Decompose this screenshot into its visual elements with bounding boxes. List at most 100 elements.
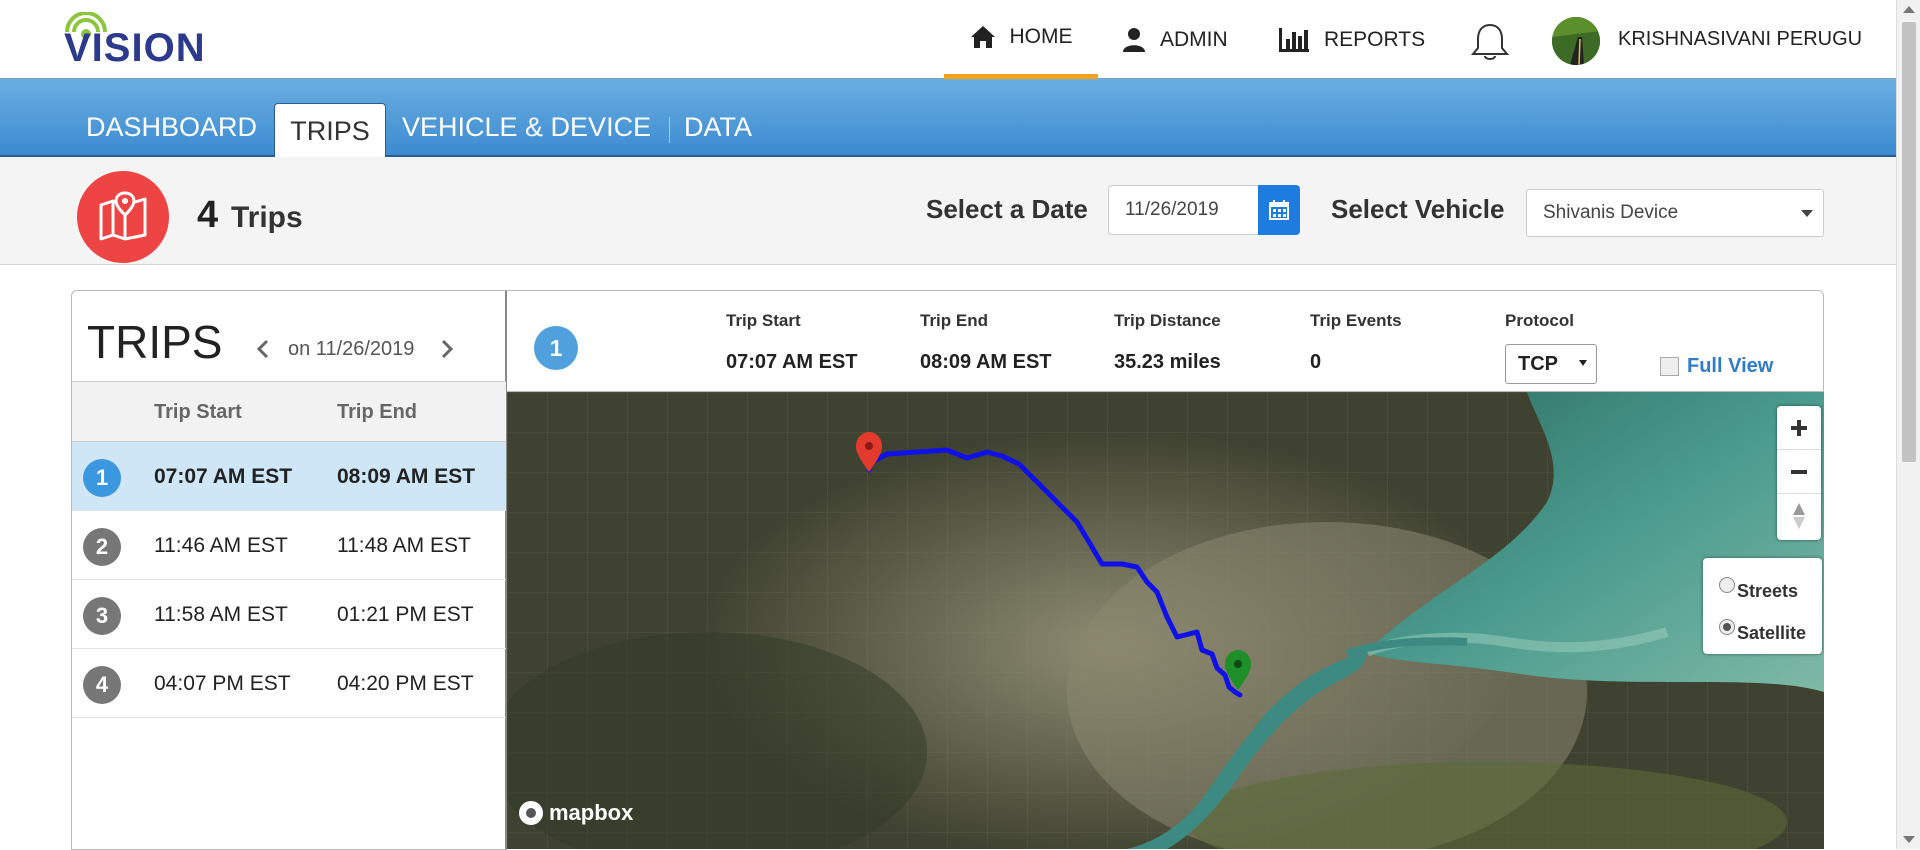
trip-events-value: 0 xyxy=(1310,351,1322,373)
nav-admin[interactable]: ADMIN xyxy=(1122,0,1228,79)
chevron-down-icon xyxy=(1579,360,1587,366)
home-icon xyxy=(970,26,995,48)
nav-home-label: HOME xyxy=(1009,25,1073,48)
trips-summary-icon xyxy=(77,171,169,263)
table-row[interactable]: 2 11:46 AM EST 11:48 AM EST xyxy=(72,511,506,580)
trip-detail-panel: 1 Trip Start 07:07 AM EST Trip End 08:09… xyxy=(507,290,1824,392)
scroll-down-icon[interactable] xyxy=(1903,836,1915,843)
zoom-out-button[interactable] xyxy=(1777,450,1821,494)
trip-count: 4 xyxy=(197,194,219,236)
vision-logo[interactable]: VISION xyxy=(64,12,244,70)
calendar-icon xyxy=(1269,200,1289,220)
nav-reports-label: REPORTS xyxy=(1324,27,1426,51)
trip-distance-label: Trip Distance xyxy=(1114,311,1221,330)
trips-table-header: Trip Start Trip End xyxy=(72,381,506,442)
avatar[interactable] xyxy=(1552,17,1600,65)
satellite-label: Satellite xyxy=(1737,622,1807,643)
full-view-label: Full View xyxy=(1687,355,1774,377)
trip-end-cell: 04:20 PM EST xyxy=(337,672,474,695)
satellite-map-image xyxy=(507,392,1824,849)
protocol-label: Protocol xyxy=(1505,311,1574,330)
tab-vehicle-device[interactable]: VEHICLE & DEVICE xyxy=(402,79,651,157)
nav-admin-label: ADMIN xyxy=(1160,27,1228,51)
chevron-down-icon xyxy=(1801,210,1813,217)
mapbox-attribution[interactable]: mapbox xyxy=(519,800,633,826)
scroll-up-icon[interactable] xyxy=(1903,6,1915,13)
column-header-trip-start[interactable]: Trip Start xyxy=(154,401,242,424)
tab-dashboard[interactable]: DASHBOARD xyxy=(86,79,257,157)
expand-icon xyxy=(1660,357,1679,376)
top-header: VISION HOME ADMIN REPORTS KRISHNASIVANI … xyxy=(0,0,1896,79)
plus-icon xyxy=(1791,419,1807,436)
map-view[interactable]: Streets Satellite mapbox xyxy=(507,392,1824,849)
user-icon xyxy=(1123,27,1145,52)
username[interactable]: KRISHNASIVANI PERUGU xyxy=(1618,28,1862,51)
trips-title: TRIPS xyxy=(87,316,223,368)
streets-radio[interactable] xyxy=(1719,577,1735,593)
trip-end-cell: 01:21 PM EST xyxy=(337,603,474,626)
tab-separator xyxy=(669,117,670,143)
select-date-label: Select a Date xyxy=(926,194,1088,224)
selected-trip-badge: 1 xyxy=(534,326,578,370)
trip-start-cell: 11:58 AM EST xyxy=(154,603,288,626)
trip-start-cell: 07:07 AM EST xyxy=(154,465,293,488)
trip-count-label: Trips xyxy=(231,201,303,234)
mapbox-label: mapbox xyxy=(549,800,634,825)
nav-home[interactable]: HOME xyxy=(944,0,1098,79)
tab-trips[interactable]: TRIPS xyxy=(274,103,386,159)
trip-number-badge: 3 xyxy=(83,597,121,635)
select-vehicle-label: Select Vehicle xyxy=(1331,194,1505,224)
compass-icon xyxy=(1793,503,1805,529)
nav-reports[interactable]: REPORTS xyxy=(1278,0,1425,79)
compass-button[interactable] xyxy=(1777,494,1821,538)
trip-end-value: 08:09 AM EST xyxy=(920,351,1052,373)
streets-label: Streets xyxy=(1737,580,1799,601)
trips-list-panel: TRIPS on 11/26/2019 Trip Start Trip End … xyxy=(71,290,507,850)
scroll-thumb[interactable] xyxy=(1902,22,1916,462)
trip-number-badge: 1 xyxy=(83,459,121,497)
trip-distance-value: 35.23 miles xyxy=(1114,351,1221,373)
bell-icon xyxy=(1470,23,1510,60)
trip-number-badge: 4 xyxy=(83,666,121,704)
trips-date: on 11/26/2019 xyxy=(288,338,415,360)
tab-data[interactable]: DATA xyxy=(684,79,752,157)
summary-bar: 4 Trips Select a Date 11/26/2019 Select … xyxy=(0,157,1896,265)
trip-start-value: 07:07 AM EST xyxy=(726,351,858,373)
notifications-button[interactable] xyxy=(1468,22,1512,67)
table-row[interactable]: 3 11:58 AM EST 01:21 PM EST xyxy=(72,580,506,649)
trip-events-label: Trip Events xyxy=(1310,311,1402,330)
zoom-in-button[interactable] xyxy=(1777,406,1821,450)
date-input[interactable]: 11/26/2019 xyxy=(1108,185,1258,235)
table-row[interactable]: 1 07:07 AM EST 08:09 AM EST xyxy=(72,442,506,511)
tab-bar: DASHBOARD TRIPS VEHICLE & DEVICE DATA xyxy=(0,79,1896,159)
map-icon xyxy=(99,191,147,241)
vehicle-select-value: Shivanis Device xyxy=(1543,202,1679,223)
avatar-image xyxy=(1552,17,1600,65)
table-row[interactable]: 4 04:07 PM EST 04:20 PM EST xyxy=(72,649,506,718)
mapbox-logo-icon xyxy=(519,801,543,825)
satellite-radio[interactable] xyxy=(1719,619,1735,635)
trip-end-label: Trip End xyxy=(920,311,988,330)
minus-icon xyxy=(1791,469,1807,474)
bar-chart-icon xyxy=(1279,27,1309,52)
trip-start-cell: 04:07 PM EST xyxy=(154,672,291,695)
trip-start-cell: 11:46 AM EST xyxy=(154,534,288,557)
column-header-trip-end[interactable]: Trip End xyxy=(337,401,417,424)
logo-text: VISION xyxy=(64,26,206,70)
trip-number-badge: 2 xyxy=(83,528,121,566)
chevron-right-icon[interactable] xyxy=(440,339,454,359)
layer-option-satellite[interactable]: Satellite xyxy=(1719,612,1822,654)
trip-start-label: Trip Start xyxy=(726,311,801,330)
chevron-left-icon[interactable] xyxy=(256,339,270,359)
protocol-select-value: TCP xyxy=(1518,353,1558,375)
map-layer-switcher: Streets Satellite xyxy=(1703,558,1822,654)
trip-end-cell: 08:09 AM EST xyxy=(337,465,476,488)
date-picker-button[interactable] xyxy=(1258,185,1300,235)
protocol-select[interactable]: TCP xyxy=(1505,344,1597,384)
map-zoom-controls xyxy=(1777,406,1821,540)
trip-end-cell: 11:48 AM EST xyxy=(337,534,471,557)
vehicle-select[interactable]: Shivanis Device xyxy=(1526,189,1824,237)
page-scrollbar[interactable] xyxy=(1896,0,1920,849)
full-view-button[interactable]: Full View xyxy=(1660,355,1773,378)
layer-option-streets[interactable]: Streets xyxy=(1719,570,1822,612)
